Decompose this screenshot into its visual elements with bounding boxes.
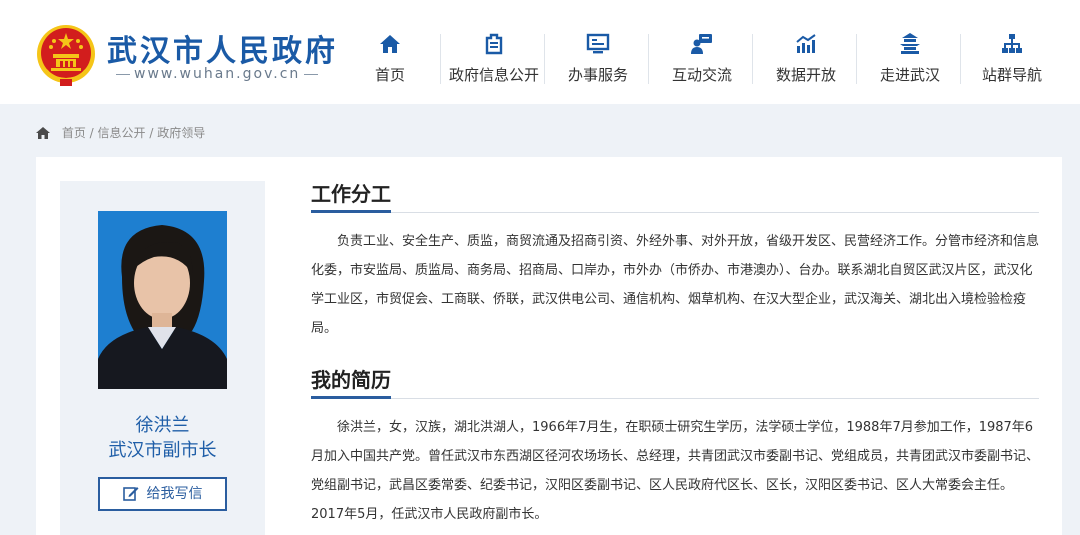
breadcrumb-separator: / xyxy=(85,126,98,140)
monitor-icon xyxy=(586,33,610,54)
nav-label: 办事服务 xyxy=(567,66,628,84)
person-name: 徐洪兰 xyxy=(135,415,190,436)
breadcrumb-current[interactable]: 政府领导 xyxy=(157,126,205,140)
nav-item-site-group[interactable]: 站群导航 xyxy=(960,32,1064,88)
nav-item-home[interactable]: 首页 xyxy=(338,32,442,88)
divider xyxy=(752,34,753,84)
portrait-photo xyxy=(98,211,227,389)
site-url: www.wuhan.gov.cn xyxy=(112,66,322,82)
sitemap-icon xyxy=(1002,34,1022,53)
profile-card: 徐洪兰 武汉市副市长 给我写信 xyxy=(60,181,265,535)
site-title[interactable]: 武汉市人民政府 xyxy=(107,26,338,70)
nav-item-services[interactable]: 办事服务 xyxy=(546,32,650,88)
resume-heading: 我的简历 xyxy=(311,367,391,399)
breadcrumb-info-link[interactable]: 信息公开 xyxy=(98,126,146,140)
chat-icon xyxy=(691,34,712,54)
nav-item-about-wuhan[interactable]: 走进武汉 xyxy=(858,32,962,88)
nav-label: 走进武汉 xyxy=(879,66,940,84)
resume-text: 徐洪兰，女，汉族，湖北洪湖人，1966年7月生，在职硕士研究生学历，法学硕士学位… xyxy=(311,420,1040,522)
nav-label: 数据开放 xyxy=(775,66,836,84)
breadcrumb-home-link[interactable]: 首页 xyxy=(62,126,86,140)
home-icon xyxy=(380,35,400,53)
nav-label: 互动交流 xyxy=(671,66,732,84)
divider xyxy=(116,73,130,75)
section-header: 我的简历 xyxy=(311,367,1039,399)
pavilion-icon xyxy=(900,33,920,54)
breadcrumb-separator: / xyxy=(145,126,158,140)
divider xyxy=(304,73,319,75)
duties-heading: 工作分工 xyxy=(311,181,391,213)
write-letter-button[interactable]: 给我写信 xyxy=(98,477,227,511)
person-title: 武汉市副市长 xyxy=(108,440,217,461)
edit-icon xyxy=(122,487,138,501)
nav-label: 政府信息公开 xyxy=(448,66,539,84)
nav-label: 站群导航 xyxy=(981,66,1042,84)
duties-text: 负责工业、安全生产、质监，商贸流通及招商引资、外经外事、对外开放，省级开发区、民… xyxy=(311,234,1040,336)
home-icon xyxy=(36,127,50,139)
divider xyxy=(648,34,649,84)
site-header: 武汉市人民政府 www.wuhan.gov.cn 首页 政府信息公开 办事服务 … xyxy=(0,0,1080,104)
write-letter-label: 给我写信 xyxy=(146,486,203,502)
bar-chart-icon xyxy=(796,34,816,53)
divider xyxy=(544,34,545,84)
resume-section: 我的简历 徐洪兰，女，汉族，湖北洪湖人，1966年7月生，在职硕士研究生学历，法… xyxy=(311,367,1039,529)
nav-item-gov-info[interactable]: 政府信息公开 xyxy=(442,32,546,88)
main-nav: 首页 政府信息公开 办事服务 互动交流 数据开放 走进武汉 站群导航 xyxy=(340,32,1060,88)
section-header: 工作分工 xyxy=(311,181,1039,213)
duties-section: 工作分工 负责工业、安全生产、质监，商贸流通及招商引资、外经外事、对外开放，省级… xyxy=(311,181,1039,343)
divider xyxy=(440,34,441,84)
site-url-text: www.wuhan.gov.cn xyxy=(134,66,301,82)
document-icon xyxy=(485,33,503,55)
divider xyxy=(856,34,857,84)
nav-item-open-data[interactable]: 数据开放 xyxy=(754,32,858,88)
main-content: 徐洪兰 武汉市副市长 给我写信 工作分工 负责工业、安全生产、质监，商贸流通及招… xyxy=(36,157,1062,535)
breadcrumb: 首页 / 信息公开 / 政府领导 xyxy=(36,124,205,140)
nav-label: 首页 xyxy=(374,66,405,84)
nav-item-interaction[interactable]: 互动交流 xyxy=(650,32,754,88)
national-emblem-icon[interactable] xyxy=(36,24,96,86)
